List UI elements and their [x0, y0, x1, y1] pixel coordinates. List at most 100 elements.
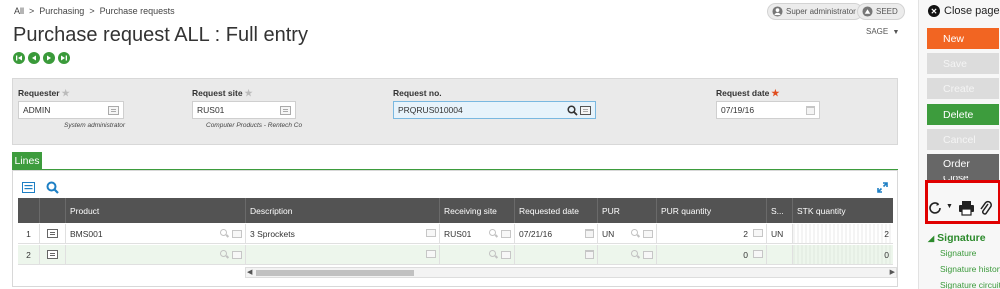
selection-icon[interactable] — [232, 250, 242, 259]
star-icon: ★ — [244, 88, 253, 98]
selection-icon[interactable] — [580, 106, 591, 115]
cell-requested-date[interactable] — [515, 245, 598, 265]
scrollbar-thumb[interactable] — [256, 270, 414, 276]
tab-lines[interactable]: Lines — [12, 152, 42, 170]
signature-section-heading[interactable]: ◢ Signature — [928, 232, 986, 244]
expand-icon[interactable] — [877, 182, 888, 193]
cell-description[interactable] — [246, 245, 440, 265]
next-record-icon[interactable] — [43, 52, 55, 64]
search-icon[interactable] — [489, 229, 498, 238]
row-action[interactable] — [40, 245, 66, 265]
scroll-left-icon[interactable]: ◀ — [247, 268, 252, 276]
request-no-label: Request no. — [393, 88, 442, 98]
selection-icon[interactable] — [501, 229, 511, 238]
cell-description[interactable]: 3 Sprockets — [246, 224, 440, 244]
grid-header-receiving-site[interactable]: Receiving site — [440, 198, 515, 223]
grid-header-pur-quantity[interactable]: PUR quantity — [657, 198, 767, 223]
selection-icon[interactable] — [501, 250, 511, 259]
new-button[interactable]: New — [927, 28, 999, 49]
star-icon: ★ — [61, 88, 70, 98]
selection-icon[interactable] — [426, 250, 436, 258]
row-menu-icon[interactable] — [47, 250, 58, 259]
selection-icon[interactable] — [643, 250, 653, 259]
breadcrumb-separator: > — [29, 6, 35, 16]
selection-icon[interactable] — [753, 229, 763, 237]
breadcrumb-purchasing[interactable]: Purchasing — [39, 6, 84, 16]
cell-pur-quantity[interactable]: 2 — [657, 224, 767, 244]
breadcrumb-all[interactable]: All — [14, 6, 24, 16]
request-date-field[interactable]: 07/19/16 — [716, 101, 820, 119]
breadcrumb-purchase-requests[interactable]: Purchase requests — [100, 6, 175, 16]
grid-header-stk-quantity[interactable]: STK quantity — [793, 198, 893, 223]
star-icon: ★ — [771, 88, 780, 98]
calendar-icon[interactable] — [806, 106, 815, 115]
cell-pur[interactable]: UN — [598, 224, 657, 244]
folder-badge[interactable]: SEED — [857, 3, 905, 20]
last-record-icon[interactable] — [58, 52, 70, 64]
search-icon[interactable] — [631, 250, 640, 259]
grid-header-product[interactable]: Product — [66, 198, 246, 223]
close-page-button[interactable]: ✕ Close page — [928, 5, 1000, 17]
user-badge[interactable]: Super administrator — [767, 3, 863, 20]
cell-pur[interactable] — [598, 245, 657, 265]
cell-receiving-site[interactable]: RUS01 — [440, 224, 515, 244]
cell-receiving-site[interactable] — [440, 245, 515, 265]
search-icon[interactable] — [567, 105, 578, 116]
cell-product[interactable]: BMS001 — [66, 224, 246, 244]
request-no-field[interactable]: PRQRUS010004 — [393, 101, 596, 119]
cell-stk-quantity: 0 — [793, 245, 893, 265]
grid-header-stk-unit[interactable]: S... — [767, 198, 793, 223]
cell-stk-unit — [767, 245, 793, 265]
delete-button[interactable]: Delete — [927, 104, 999, 125]
selection-icon[interactable] — [108, 106, 119, 115]
row-menu-icon[interactable] — [47, 229, 58, 238]
create-button[interactable]: Create — [927, 78, 999, 99]
record-navigation — [13, 52, 70, 64]
grid-header-pur[interactable]: PUR — [598, 198, 657, 223]
grid-header-requested-date[interactable]: Requested date — [515, 198, 598, 223]
selection-icon[interactable] — [280, 106, 291, 115]
close-icon: ✕ — [928, 5, 940, 17]
search-icon[interactable] — [220, 250, 229, 259]
grid-view-icon[interactable] — [22, 182, 35, 193]
search-icon[interactable] — [46, 181, 59, 194]
requester-label: Requester ★ — [18, 88, 70, 98]
cell-requested-date[interactable]: 07/21/16 — [515, 224, 598, 244]
grid-header-action — [40, 198, 66, 223]
row-action[interactable] — [40, 224, 66, 244]
signature-history-link[interactable]: Signature history — [940, 264, 1000, 274]
first-record-icon[interactable] — [13, 52, 25, 64]
calendar-icon[interactable] — [585, 250, 594, 259]
folder-icon — [862, 6, 873, 17]
previous-record-icon[interactable] — [28, 52, 40, 64]
selection-icon[interactable] — [232, 229, 242, 238]
cell-pur-quantity[interactable]: 0 — [657, 245, 767, 265]
user-icon — [772, 6, 783, 17]
folder-badge-label: SEED — [876, 7, 898, 16]
order-button[interactable]: Order — [927, 154, 999, 178]
company-menu[interactable]: SAGE ▼ — [866, 27, 899, 36]
selection-icon[interactable] — [426, 229, 436, 237]
save-button[interactable]: Save — [927, 53, 999, 74]
request-site-field[interactable]: RUS01 — [192, 101, 296, 119]
cell-stk-unit: UN — [767, 224, 793, 244]
calendar-icon[interactable] — [585, 229, 594, 238]
lines-grid: Product Description Receiving site Reque… — [12, 170, 898, 287]
signature-circuit-link[interactable]: Signature circuit — [940, 280, 1000, 289]
requester-description: System administrator — [64, 122, 126, 129]
search-icon[interactable] — [631, 229, 640, 238]
scroll-right-icon[interactable]: ▶ — [890, 268, 895, 276]
signature-link[interactable]: Signature — [940, 248, 976, 258]
cancel-button[interactable]: Cancel — [927, 129, 999, 150]
grid-header-num — [18, 198, 40, 223]
selection-icon[interactable] — [753, 250, 763, 258]
selection-icon[interactable] — [643, 229, 653, 238]
search-icon[interactable] — [220, 229, 229, 238]
breadcrumb: All > Purchasing > Purchase requests — [14, 6, 175, 16]
search-icon[interactable] — [489, 250, 498, 259]
grid-header-description[interactable]: Description — [246, 198, 440, 223]
breadcrumb-separator: > — [89, 6, 95, 16]
requester-field[interactable]: ADMIN — [18, 101, 124, 119]
grid-horizontal-scrollbar[interactable]: ◀ ▶ — [245, 267, 897, 278]
cell-product[interactable] — [66, 245, 246, 265]
